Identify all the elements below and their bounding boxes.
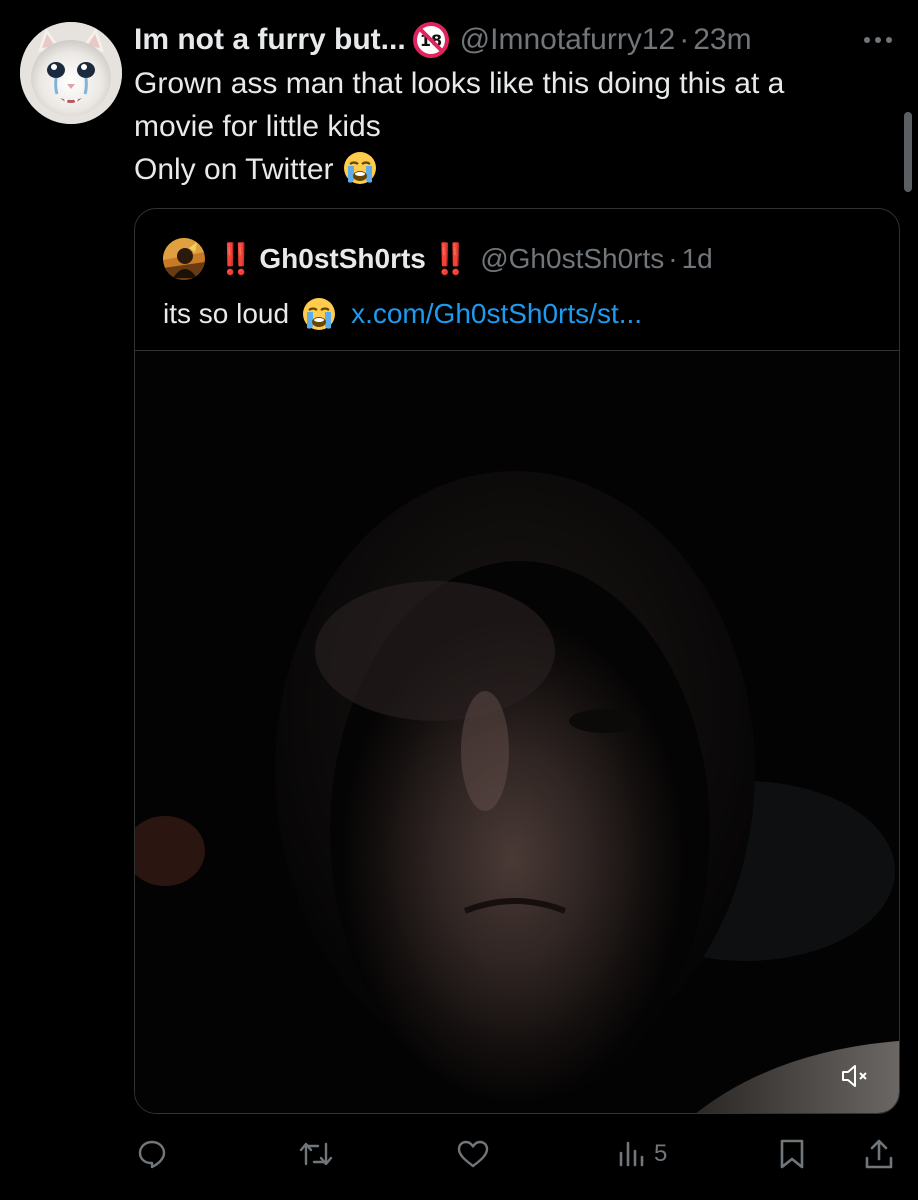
quote-link[interactable]: x.com/Gh0stSh0rts/st... bbox=[351, 298, 642, 330]
heart-icon bbox=[457, 1140, 489, 1168]
no-under-18-icon: 18 bbox=[412, 21, 450, 59]
tweet-text-line: movie for little kids bbox=[134, 110, 381, 143]
like-button[interactable] bbox=[456, 1128, 490, 1180]
tweet-action-bar: 5 bbox=[134, 1128, 898, 1180]
views-count: 5 bbox=[654, 1140, 668, 1167]
reply-icon bbox=[138, 1140, 166, 1169]
share-button[interactable] bbox=[864, 1128, 894, 1180]
more-options-button[interactable] bbox=[858, 26, 898, 54]
share-icon bbox=[865, 1139, 893, 1169]
quote-author-display-name[interactable]: Gh0stSh0rts bbox=[259, 243, 426, 275]
scrollbar-thumb[interactable] bbox=[904, 112, 912, 192]
cat-avatar-image bbox=[20, 22, 122, 124]
quote-video[interactable] bbox=[135, 350, 899, 1113]
author-display-name[interactable]: Im not a furry but... bbox=[134, 23, 406, 57]
reply-button[interactable] bbox=[136, 1128, 168, 1180]
meta-separator: · bbox=[679, 23, 690, 56]
volume-muted-icon bbox=[842, 1065, 867, 1087]
more-horizontal-icon bbox=[864, 37, 892, 43]
tweet-timestamp[interactable]: 23m bbox=[693, 23, 751, 57]
tweet-text: Grown ass man that looks like this doing… bbox=[134, 62, 894, 191]
quote-author-avatar[interactable] bbox=[163, 238, 205, 280]
bookmark-button[interactable] bbox=[778, 1128, 806, 1180]
bookmark-icon bbox=[780, 1139, 804, 1169]
quote-text-body: its so loud bbox=[163, 298, 290, 329]
tweet-text-line-last: Only on Twitter bbox=[134, 148, 894, 191]
retweet-icon bbox=[299, 1142, 333, 1166]
author-avatar[interactable] bbox=[20, 22, 122, 124]
views-chart-icon bbox=[619, 1141, 644, 1167]
loudly-crying-face-icon bbox=[303, 298, 336, 330]
double-exclamation-emoji: ‼️ bbox=[217, 242, 254, 276]
video-frame bbox=[135, 351, 899, 1113]
tweet-header: Im not a furry but... 18 @Imnotafurry12 … bbox=[134, 20, 752, 60]
loudly-crying-face-icon bbox=[343, 152, 376, 184]
double-exclamation-emoji: ‼️ bbox=[431, 242, 469, 276]
retweet-button[interactable] bbox=[298, 1128, 334, 1180]
author-handle[interactable]: @Imnotafurry12 bbox=[460, 23, 676, 57]
views-button[interactable]: 5 bbox=[616, 1128, 667, 1180]
quote-header: ‼️ Gh0stSh0rts ‼️ @Gh0stSh0rts · 1d bbox=[163, 238, 713, 280]
quote-avatar-image bbox=[163, 238, 205, 280]
mute-toggle-button[interactable] bbox=[835, 1056, 875, 1096]
quote-meta-separator: · bbox=[668, 243, 678, 274]
quote-timestamp[interactable]: 1d bbox=[682, 243, 713, 275]
quoted-tweet-card[interactable]: ‼️ Gh0stSh0rts ‼️ @Gh0stSh0rts · 1d its … bbox=[134, 208, 900, 1114]
tweet-text-line: Grown ass man that looks like this doing… bbox=[134, 67, 785, 100]
tweet-text-line: Only on Twitter bbox=[134, 153, 334, 186]
quote-text: its so loud x.com/Gh0stSh0rts/st... bbox=[163, 293, 642, 335]
quote-author-handle[interactable]: @Gh0stSh0rts bbox=[480, 243, 664, 275]
